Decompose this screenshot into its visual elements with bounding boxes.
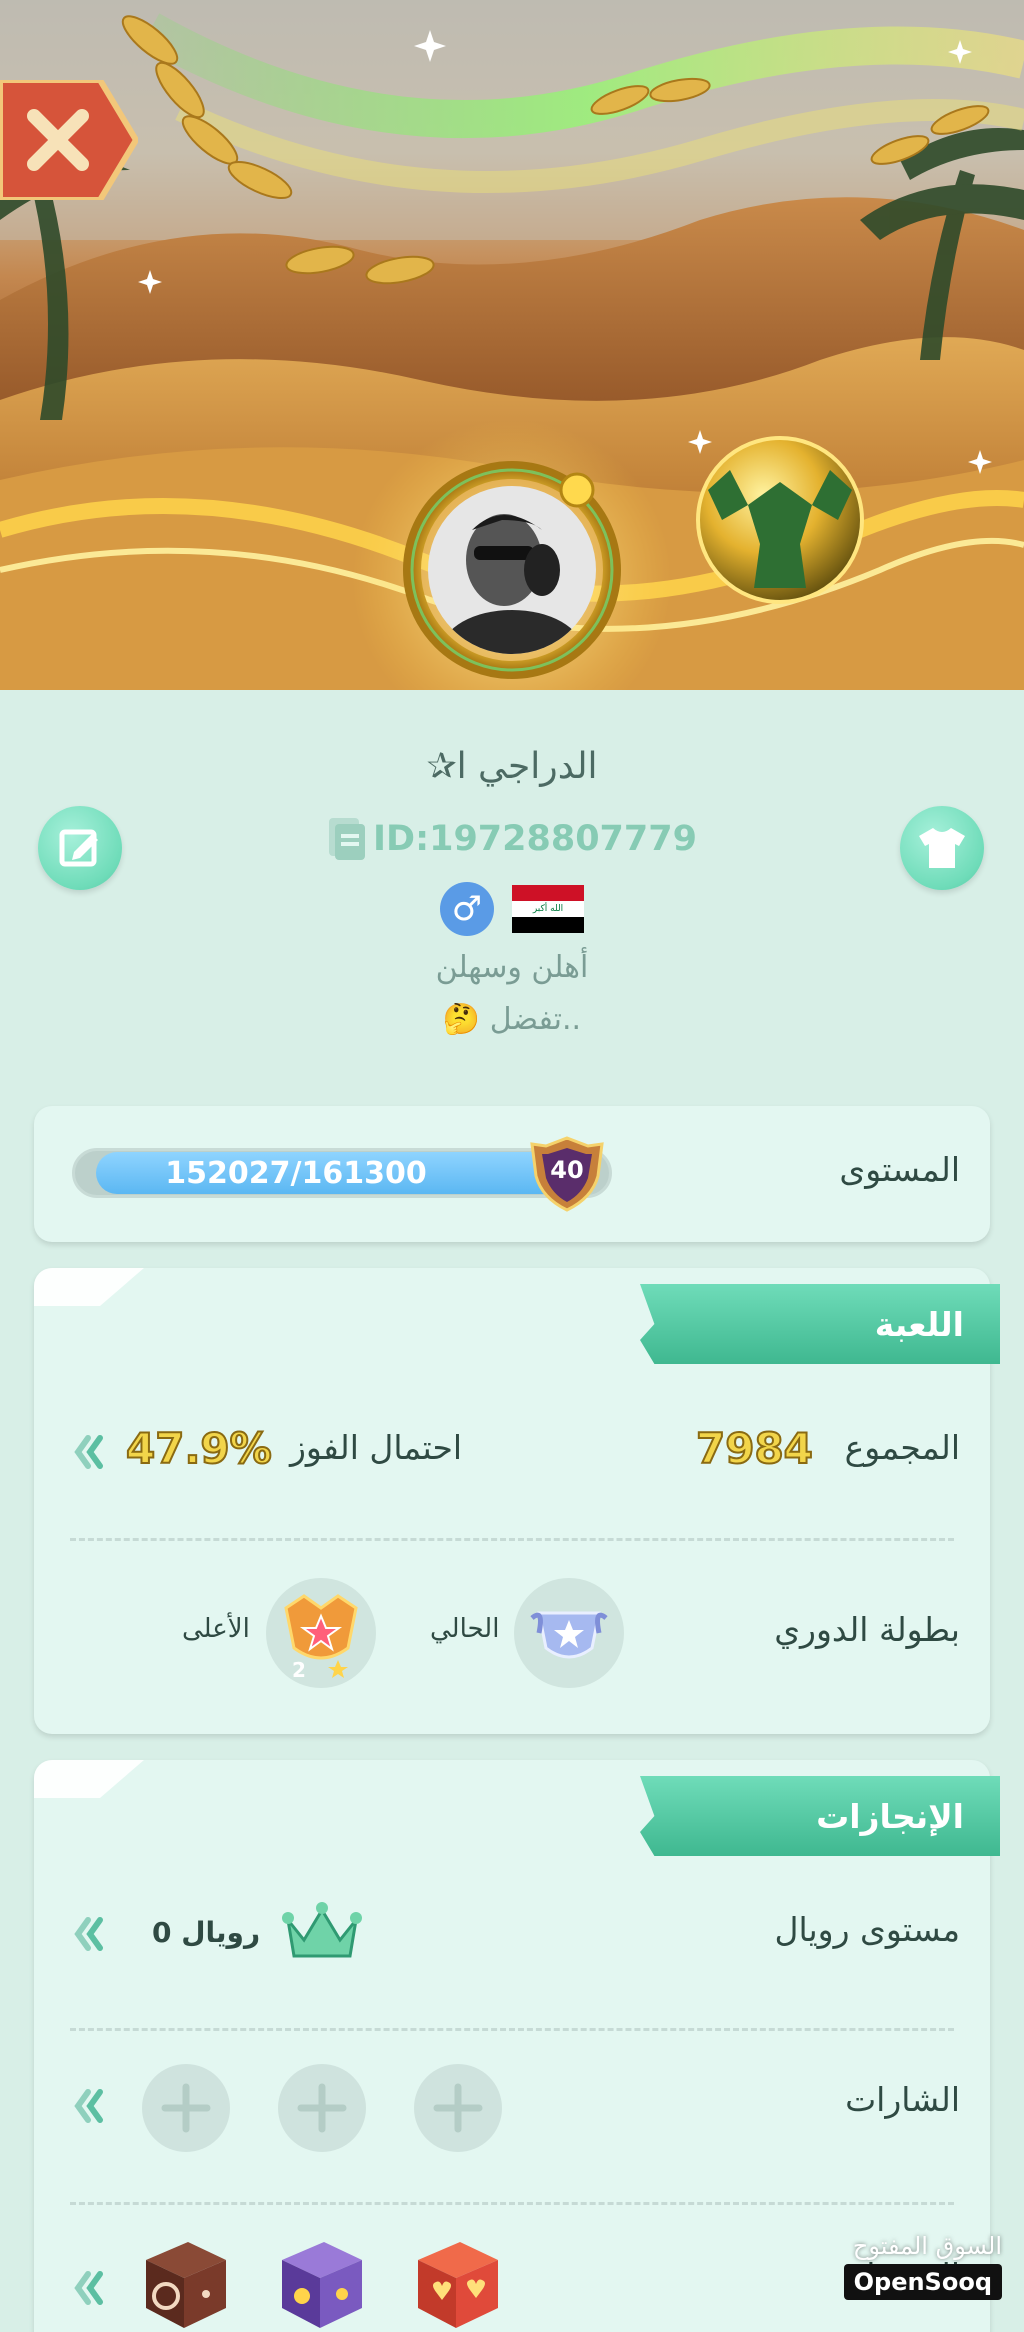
add-badge-slot-1[interactable] [142,2064,230,2152]
iraq-flag-icon: الله أكبر [512,885,584,933]
silver-league-trophy-icon [530,1611,608,1659]
double-chevron-left-icon [74,2271,103,2305]
avatar-image [403,461,621,679]
achievements-ribbon: الإنجازات [640,1776,1000,1856]
watermark-arabic: السوق المفتوح [852,2232,1002,2260]
level-progress-text: 152027/161300 [165,1155,427,1191]
card-corner-fold [34,1268,144,1306]
divider [70,2028,954,2031]
highest-league-label: الأعلى [182,1614,250,1644]
level-badge: 40 [528,1136,606,1212]
sun-emblem-icon [559,472,595,508]
divider [70,2202,954,2205]
bio-line-1: أهلن وسهلن [435,950,589,985]
brown-dice-icon [146,2242,226,2328]
opensooq-watermark: السوق المفتوح OpenSooq [842,2232,1002,2322]
purple-dice-icon [282,2242,362,2328]
win-rate-value: 47.9% [125,1423,273,1474]
player-id: ID:19728807779 [373,819,697,859]
crown-icon [282,1902,362,1958]
red-heart-dice-icon [418,2242,498,2328]
game-section-title: اللعبة [874,1304,964,1344]
plus-icon [161,2083,211,2133]
gold-league-trophy-icon [284,1594,358,1678]
male-gender-icon: ♂ [440,882,494,936]
current-league-badge[interactable] [514,1578,624,1688]
game-stats-card: اللعبة المجموع 7984 احتمال الفوز 47.9% ب… [34,1268,1000,1734]
game-stats-arrow[interactable] [68,1428,116,1476]
card-corner-fold [34,1760,144,1798]
royal-arrow[interactable] [68,1910,116,1958]
double-chevron-left-icon [74,2089,103,2123]
gender-flag-row: ♂ الله أكبر [0,882,1024,936]
add-badge-slot-3[interactable] [414,2064,502,2152]
total-games-value: 7984 [695,1423,814,1474]
highest-league-stars: 2 [292,1658,306,1682]
favorite-dice-3[interactable] [408,2236,504,2332]
current-league-label: الحالي [430,1614,500,1644]
plus-icon [433,2083,483,2133]
royal-level-value: رويال 0 [152,1916,261,1949]
player-name: الدراجي ا✰ [426,746,598,787]
royal-level-label: مستوى رويال [774,1910,960,1949]
close-button[interactable] [0,80,138,200]
total-games-label: المجموع [844,1428,960,1467]
level-card: المستوى 152027/161300 40 [34,1106,990,1242]
highest-league-badge[interactable]: 2 [266,1578,376,1688]
player-id-row[interactable]: ID:19728807779 [0,816,1024,862]
level-label: المستوى [839,1150,960,1189]
favorite-dice-2[interactable] [272,2236,368,2332]
favorites-arrow[interactable] [68,2264,116,2312]
achievements-title: الإنجازات [816,1796,964,1836]
football-icon [696,436,864,604]
watermark-latin: OpenSooq [843,2264,1002,2300]
bio-line-2: ..تفضل 🤔 [442,1002,582,1037]
game-section-ribbon: اللعبة [640,1284,1000,1364]
profile-banner [0,0,1024,690]
shirt-icon [919,828,965,868]
double-chevron-left-icon [74,1435,103,1469]
outfit-button[interactable] [900,806,984,890]
level-number: 40 [550,1156,584,1184]
win-rate-label: احتمال الفوز [290,1428,463,1467]
copy-id-icon[interactable] [327,816,367,862]
badges-label: الشارات [845,2080,960,2119]
avatar[interactable] [392,460,632,690]
divider [70,1538,954,1541]
add-badge-slot-2[interactable] [278,2064,366,2152]
close-icon [0,80,138,200]
league-label: بطولة الدوري [774,1610,960,1649]
royal-crown-badge [282,1900,362,1964]
badges-arrow[interactable] [68,2082,116,2130]
plus-icon [297,2083,347,2133]
double-chevron-left-icon [74,1917,103,1951]
favorite-dice-1[interactable] [136,2236,232,2332]
